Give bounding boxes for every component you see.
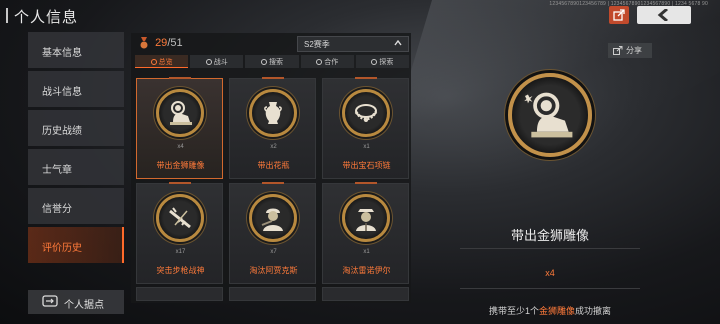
export-button[interactable] [609,6,629,24]
achievement-card-partial[interactable] [136,287,223,301]
achievement-panel: 29/51 S2赛季 总览 战斗 搜索 合作 探索 x4 带出金狮雕像 x2 带… [131,33,411,303]
share-button[interactable]: 分享 [608,43,652,58]
season-value: S2赛季 [304,40,330,49]
sidebar-item-morale-badge[interactable]: 士气章 [28,149,124,185]
achievement-multiplier: x17 [175,249,186,255]
desc-prefix: 携带至少1个 [488,306,539,316]
top-bar: 个人信息 1234567890123456789 | 1234567890123… [0,0,720,30]
tab-explore[interactable]: 探索 [355,55,410,68]
soldier-icon [249,194,297,242]
personal-base-label: 个人据点 [64,300,104,311]
divider [460,288,640,289]
achievement-count: 29/51 [139,37,183,49]
divider [460,248,640,249]
achievement-card-lion[interactable]: x4 带出金狮雕像 [136,77,223,179]
achievement-name: 带出花瓶 [257,161,290,170]
lion-statue-icon [508,73,592,157]
desc-highlight: 金狮雕像 [538,306,575,316]
achievement-card-partial[interactable] [322,287,409,301]
officer-icon [342,194,390,242]
card-top-strip [262,77,284,79]
combat-icon [205,59,212,65]
achievement-card-partial[interactable] [229,287,316,301]
detail-title: 带出金狮雕像 [510,228,589,243]
detail-description: 携带至少1个金狮雕像成功撤离 [450,304,650,317]
card-top-strip [355,182,377,184]
achievement-name: 带出宝石项链 [342,161,391,170]
category-tabs: 总览 战斗 搜索 合作 探索 [135,55,410,68]
back-button[interactable] [637,6,691,24]
base-icon [42,295,58,307]
tab-coop[interactable]: 合作 [300,55,354,68]
achievement-multiplier: x1 [363,249,370,255]
achievement-multiplier: x7 [270,249,277,255]
achievement-multiplier: x1 [363,144,370,150]
share-icon [613,46,623,55]
achievement-name: 带出金狮雕像 [156,161,205,170]
achievement-name: 淘汰阿贾克斯 [249,266,298,275]
lion-statue-icon [156,89,204,137]
chevron-up-icon [394,40,402,46]
sidebar-item-reputation[interactable]: 信誉分 [28,188,124,224]
sidebar-item-combat-info[interactable]: 战斗信息 [28,71,124,107]
rifle-icon [156,194,204,242]
overview-icon [150,59,157,65]
medal-icon [140,37,148,49]
personal-base-button[interactable]: 个人据点 [28,290,124,314]
achievement-card-officer[interactable]: x1 淘汰雷诺伊尔 [322,182,409,284]
card-top-strip [262,182,284,184]
achievement-multiplier: x4 [177,144,184,150]
coop-icon [316,59,323,65]
card-top-strip [169,182,191,184]
vase-icon [249,89,297,137]
explore-icon [371,59,378,65]
tab-label: 搜索 [269,59,283,66]
tab-label: 战斗 [213,59,228,66]
desc-suffix: 成功撤离 [575,306,612,316]
search-icon [261,59,267,65]
export-icon [613,9,625,21]
detail-multiplier: x4 [545,268,555,278]
sidebar-item-history-record[interactable]: 历史战绩 [28,110,124,146]
tab-search[interactable]: 搜索 [245,55,299,68]
tab-combat[interactable]: 战斗 [190,55,244,68]
achievement-name: 淘汰雷诺伊尔 [342,266,391,275]
share-label: 分享 [626,46,642,55]
sidebar: 基本信息 战斗信息 历史战绩 士气章 信誉分 评价历史 [28,32,124,266]
achievement-card-soldier[interactable]: x7 淘汰阿贾克斯 [229,182,316,284]
tab-overview[interactable]: 总览 [135,55,189,68]
achievement-multiplier: x2 [270,144,277,150]
tab-label: 合作 [324,59,339,66]
page-title: 个人信息 [5,6,78,27]
sidebar-item-basic-info[interactable]: 基本信息 [28,32,124,68]
achievement-card-rifle[interactable]: x17 突击步枪战神 [136,182,223,284]
sidebar-item-review-history[interactable]: 评价历史 [28,227,124,263]
count-current: 29 [155,37,168,49]
necklace-icon [342,89,390,137]
count-total: 51 [170,37,183,49]
card-top-strip [355,77,377,79]
season-dropdown[interactable]: S2赛季 [297,36,409,52]
achievement-name: 突击步枪战神 [156,266,205,275]
achievement-card-vase[interactable]: x2 带出花瓶 [229,77,316,179]
tab-label: 总览 [158,59,173,66]
achievement-card-necklace[interactable]: x1 带出宝石项链 [322,77,409,179]
tab-label: 探索 [379,59,394,66]
chevron-left-icon [657,9,668,21]
card-top-strip [169,77,191,79]
